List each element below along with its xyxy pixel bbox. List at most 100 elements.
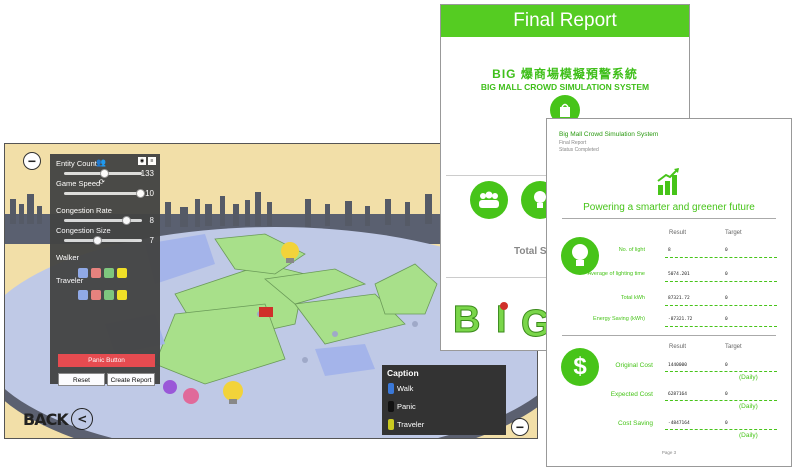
report-title-en: BIG MALL CROWD SIMULATION SYSTEM (480, 82, 650, 92)
congestion-size-control: Congestion Size 7 (56, 226, 154, 246)
create-report-button[interactable]: Create Report (107, 373, 155, 386)
report-header: Final Report (441, 5, 689, 37)
result-header: Result (669, 230, 687, 236)
congestion-rate-control: Congestion Rate 8 (56, 206, 154, 226)
cost-row-unit: (Daily) (739, 432, 758, 439)
cost-row-unit: (Daily) (739, 374, 758, 381)
entity-count-label: Entity Count (56, 159, 97, 168)
walker-figure-icon (388, 383, 394, 394)
congestion-size-label: Congestion Size (56, 226, 111, 235)
game-speed-control: Game Speed ⟳ 10 (56, 179, 154, 199)
walker-label: Walker (56, 253, 80, 262)
row-dashed-line (665, 400, 777, 401)
chevron-left-icon: < (70, 408, 93, 430)
logo-figure (500, 302, 508, 310)
light-row-target: 0 (725, 272, 728, 277)
target-header: Target (725, 344, 742, 350)
row-dashed-line (665, 305, 777, 306)
speed-icon: ⟳ (99, 179, 105, 186)
report-subtitle: Final Report (559, 140, 587, 146)
caption-traveler-label: Traveler (397, 420, 425, 429)
light-row-result: 8 (668, 248, 671, 253)
game-speed-value: 10 (145, 189, 154, 198)
light-row-label: Total kWh (620, 295, 645, 301)
report-detail-page: Big Mall Crowd Simulation System Final R… (546, 118, 792, 467)
slider-knob[interactable] (136, 189, 145, 198)
cost-row-label: Cost Saving (617, 420, 653, 427)
congestion-size-value: 7 (149, 236, 154, 245)
page-number: Page 3 (661, 450, 677, 455)
panic-button[interactable]: Panic Button (58, 354, 155, 367)
light-row-label: Average of lighting time (587, 271, 645, 277)
red-vehicle (259, 307, 273, 317)
light-row-target: 0 (725, 296, 728, 301)
traveler-color-swatch[interactable] (78, 290, 88, 300)
traveler-color-group: Traveler (56, 276, 154, 306)
screenshot-stage: − − ◉ ≡ Entity Count 👥 133 Game Speed ⟳ … (0, 0, 800, 473)
control-panel: ◉ ≡ Entity Count 👥 133 Game Speed ⟳ 10 C… (50, 154, 160, 386)
sphere-object (163, 380, 177, 394)
caption-title: Caption (387, 368, 419, 378)
congestion-rate-label: Congestion Rate (56, 206, 112, 215)
light-row-target: 0 (725, 317, 728, 322)
traveler-color-swatch[interactable] (91, 290, 101, 300)
cost-row-target: 0 (725, 363, 728, 368)
light-row-result: 87321.72 (668, 296, 690, 301)
row-dashed-line (665, 281, 777, 282)
slider-knob[interactable] (121, 216, 131, 225)
light-row-result: 5074.201 (668, 272, 690, 277)
traveler-label: Traveler (56, 276, 84, 285)
cost-row-unit: (Daily) (739, 403, 758, 410)
row-dashed-line (665, 371, 777, 372)
entity-count-control: Entity Count 👥 133 (56, 158, 154, 179)
cost-row-target: 0 (725, 392, 728, 397)
collapse-bottom-button[interactable]: − (511, 418, 529, 436)
growth-chart-icon (657, 168, 679, 195)
light-row-label: No. of light (618, 247, 645, 253)
game-speed-slider[interactable] (64, 189, 145, 198)
result-header: Result (669, 344, 687, 350)
logo-letter-b: B (453, 299, 480, 341)
entity-count-value: 133 (140, 169, 154, 178)
traveler-swatches (78, 290, 127, 300)
row-dashed-line (665, 429, 777, 430)
report-title-cn: BIG 爆商場模擬預警系統 (492, 67, 638, 81)
caption-item-traveler: Traveler (388, 419, 424, 430)
light-bulb-icon (561, 237, 599, 275)
slogan: Powering a smarter and greener future (583, 202, 755, 213)
system-title: Big Mall Crowd Simulation System (559, 131, 659, 138)
entity-count-slider[interactable] (64, 169, 142, 178)
caption-walk-label: Walk (397, 384, 414, 393)
caption-panic-label: Panic (397, 402, 416, 411)
divider (562, 335, 776, 336)
game-speed-label: Game Speed (56, 179, 101, 188)
caption-item-walk: Walk (388, 383, 413, 394)
divider (562, 218, 776, 219)
cost-row-result: -4847164 (668, 421, 690, 426)
cost-row-result: 6287164 (668, 392, 687, 397)
congestion-size-slider[interactable] (64, 236, 142, 245)
back-label: BACK (23, 409, 69, 429)
traveler-color-swatch[interactable] (117, 290, 127, 300)
cost-row-label: Expected Cost (610, 391, 653, 398)
reset-button[interactable]: Reset (58, 373, 105, 386)
light-row-target: 0 (725, 248, 728, 253)
cost-row-target: 0 (725, 421, 728, 426)
slider-knob[interactable] (100, 169, 109, 178)
back-button[interactable]: BACK < (23, 408, 93, 430)
total-label: Total S (514, 246, 547, 257)
caption-legend: Caption Walk Panic Traveler (382, 365, 506, 435)
collapse-top-button[interactable]: − (23, 152, 41, 170)
caption-item-panic: Panic (388, 401, 416, 412)
congestion-rate-slider[interactable] (64, 216, 142, 225)
sphere-object (183, 388, 199, 404)
light-row-label: Energy Saving (kWh) (593, 316, 645, 322)
traveler-figure-icon (388, 419, 394, 430)
cost-row-label: Original Cost (615, 362, 653, 369)
slider-knob[interactable] (92, 236, 102, 245)
traveler-color-swatch[interactable] (104, 290, 114, 300)
people-group-icon (470, 181, 508, 219)
congestion-rate-value: 8 (149, 216, 154, 225)
row-dashed-line (665, 326, 777, 327)
target-header: Target (725, 230, 742, 236)
